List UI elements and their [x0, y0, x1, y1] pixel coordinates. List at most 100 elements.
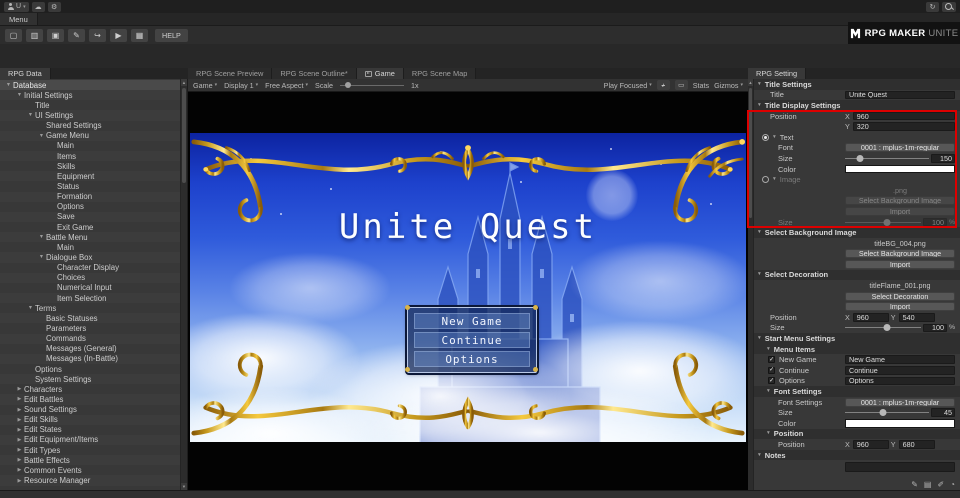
tree-item-skills[interactable]: Skills: [0, 161, 180, 171]
foldout-open-icon[interactable]: ▼: [757, 336, 762, 341]
tree-item-main[interactable]: Main: [0, 242, 180, 252]
vsync-button[interactable]: ▭: [674, 80, 688, 90]
slider-knob[interactable]: [883, 218, 891, 226]
options-checkbox[interactable]: ✓: [768, 377, 775, 385]
size-slider[interactable]: [845, 324, 921, 332]
gizmos-dropdown[interactable]: Gizmos ▾: [714, 81, 743, 90]
foldout-open-icon[interactable]: ▼: [15, 92, 24, 98]
options-menu-button[interactable]: Options: [414, 351, 530, 367]
tree-item-ui-settings[interactable]: ▼ UI Settings: [0, 110, 180, 120]
row-font-settings[interactable]: ▼ Font Settings: [754, 386, 960, 397]
tree-item-basic-statuses[interactable]: Basic Statuses: [0, 313, 180, 323]
tab-rpg-data[interactable]: RPG Data: [0, 68, 51, 79]
row-notes[interactable]: ▼ Notes: [754, 449, 960, 461]
foldout-open-icon[interactable]: ▼: [26, 112, 35, 118]
slider-knob[interactable]: [883, 324, 891, 332]
foldout-open-icon[interactable]: ▼: [757, 272, 762, 277]
continue-checkbox[interactable]: ✓: [768, 366, 775, 374]
tree-item-commands[interactable]: Commands: [0, 334, 180, 344]
menu-tab[interactable]: Menu: [0, 13, 38, 25]
tree-item-battle-effects[interactable]: ▶ Battle Effects: [0, 455, 180, 465]
select-background-image-button[interactable]: Select Background Image: [845, 249, 955, 259]
select-decoration-button[interactable]: Select Decoration: [845, 291, 955, 301]
tree-item-edit-battles[interactable]: ▶ Edit Battles: [0, 394, 180, 404]
tree-item-item-selection[interactable]: Item Selection: [0, 293, 180, 303]
tree-item-characters[interactable]: ▶ Characters: [0, 384, 180, 394]
row-title-settings[interactable]: ▼ Title Settings: [754, 79, 960, 90]
foldout-open-icon[interactable]: ▼: [757, 82, 762, 87]
foldout-closed-icon[interactable]: ▶: [15, 396, 24, 402]
tree-item-title[interactable]: Title: [0, 100, 180, 110]
tree-item-edit-skills[interactable]: ▶ Edit Skills: [0, 415, 180, 425]
import-export-button[interactable]: ↪: [89, 28, 106, 42]
options-input[interactable]: [845, 376, 955, 386]
tree-item-messages-general[interactable]: Messages (General): [0, 344, 180, 354]
size-slider[interactable]: [845, 409, 929, 417]
tree-item-edit-equipment-items[interactable]: ▶ Edit Equipment/Items: [0, 435, 180, 445]
tree-item-terms[interactable]: ▼ Terms: [0, 303, 180, 313]
position-x-input[interactable]: [852, 111, 955, 121]
color-swatch[interactable]: [845, 164, 955, 174]
scroll-up-icon[interactable]: ▲: [181, 79, 187, 86]
account-button[interactable]: U ▾: [4, 1, 29, 12]
history-button[interactable]: ↻: [926, 1, 939, 12]
scale-slider-knob[interactable]: [345, 82, 352, 88]
tree-item-battle-menu[interactable]: ▼ Battle Menu: [0, 232, 180, 242]
settings-button[interactable]: ⚙: [47, 1, 61, 12]
position-y-input[interactable]: [898, 313, 935, 322]
sync-status-icon[interactable]: ◔: [950, 480, 955, 489]
edit-pencil-button[interactable]: ✎: [68, 28, 85, 42]
size-slider[interactable]: [845, 154, 929, 162]
row-title-display-settings[interactable]: ▼ Title Display Settings: [754, 100, 960, 111]
tab-rpg-scene-preview[interactable]: RPG Scene Preview: [188, 68, 273, 79]
row-select-decoration[interactable]: ▼ Select Decoration: [754, 269, 960, 281]
tree-item-resource-manager[interactable]: ▶ Resource Manager: [0, 475, 180, 485]
foldout-open-icon[interactable]: ▼: [37, 234, 46, 240]
title-input[interactable]: [845, 90, 955, 100]
font-button[interactable]: 0001 : mplus-1m-regular: [845, 143, 955, 153]
scene-paint-icon[interactable]: ✎: [911, 480, 918, 489]
play-mode-dropdown[interactable]: Play Focused ▾: [604, 81, 652, 90]
tree-item-edit-types[interactable]: ▶ Edit Types: [0, 445, 180, 455]
foldout-closed-icon[interactable]: ▶: [15, 386, 24, 392]
new-game-menu-button[interactable]: New Game: [414, 313, 530, 329]
foldout-open-icon[interactable]: ▼: [757, 453, 762, 458]
foldout-open-icon[interactable]: ▼: [766, 431, 771, 436]
display-target-dropdown[interactable]: Game ▾: [193, 81, 217, 90]
play-button[interactable]: ▶: [110, 28, 127, 42]
tree-item-exit-game[interactable]: Exit Game: [0, 222, 180, 232]
foldout-open-icon[interactable]: ▼: [772, 135, 777, 140]
color-swatch[interactable]: [845, 419, 955, 428]
tab-rpg-scene-outline[interactable]: RPG Scene Outline*: [272, 68, 357, 79]
notes-panel-icon[interactable]: ▤: [924, 480, 932, 489]
mute-audio-button[interactable]: ♪: [656, 80, 670, 90]
tree-item-options[interactable]: Options: [0, 364, 180, 374]
tree-item-character-display[interactable]: Character Display: [0, 263, 180, 273]
scrollbar-thumb[interactable]: [182, 88, 186, 183]
foldout-closed-icon[interactable]: ▶: [15, 407, 24, 413]
foldout-closed-icon[interactable]: ▶: [15, 417, 24, 423]
size-value[interactable]: 100: [923, 323, 947, 332]
foldout-open-icon[interactable]: ▼: [37, 133, 46, 139]
scrollbar-thumb[interactable]: [749, 88, 752, 218]
slider-knob[interactable]: [879, 409, 887, 417]
tree-item-database[interactable]: ▼ Database: [0, 80, 180, 91]
text-radio[interactable]: [762, 133, 769, 141]
tree-item-sound-settings[interactable]: ▶ Sound Settings: [0, 405, 180, 415]
open-project-button[interactable]: ▥: [26, 28, 43, 42]
new-file-button[interactable]: ▢: [5, 28, 22, 42]
notes-textarea[interactable]: [845, 462, 955, 473]
cloud-button[interactable]: ☁: [31, 1, 45, 12]
tab-game[interactable]: Game: [356, 68, 404, 79]
foldout-closed-icon[interactable]: ▶: [15, 447, 24, 453]
aspect-dropdown[interactable]: Free Aspect ▾: [265, 81, 308, 90]
new-game-input[interactable]: [845, 355, 955, 364]
position-x-input[interactable]: [852, 313, 889, 322]
tree-item-status[interactable]: Status: [0, 181, 180, 191]
foldout-open-icon[interactable]: ▼: [772, 177, 777, 182]
tree-item-numerical-input[interactable]: Numerical Input: [0, 283, 180, 293]
help-button[interactable]: HELP: [155, 28, 188, 42]
foldout-closed-icon[interactable]: ▶: [15, 437, 24, 443]
search-button[interactable]: [942, 1, 956, 12]
continue-input[interactable]: [845, 366, 955, 375]
